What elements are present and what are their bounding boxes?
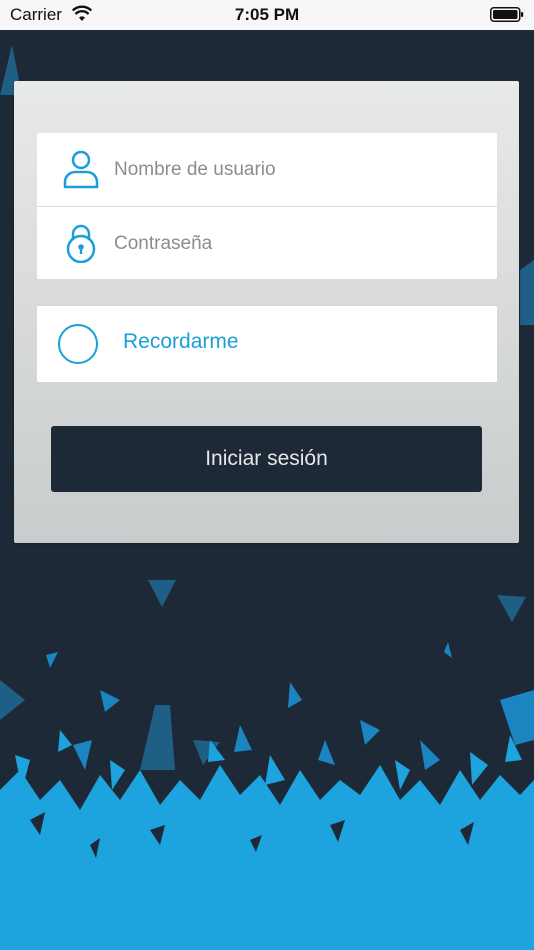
lock-icon [66,224,96,263]
login-card: Recordarme Iniciar sesión [14,81,519,543]
status-time: 7:05 PM [234,5,300,24]
remember-me-radio[interactable] [58,324,98,364]
credentials-group [37,133,497,279]
user-icon [63,150,99,189]
remember-me-toggle[interactable]: Recordarme [37,306,497,382]
battery-icon [490,7,524,22]
password-row [37,206,497,279]
password-input[interactable] [112,225,486,263]
username-row [37,133,497,205]
status-bar: Carrier 7:05 PM [0,0,534,30]
username-input[interactable] [112,151,486,189]
remember-me-label: Recordarme [123,330,239,353]
login-button[interactable]: Iniciar sesión [51,426,482,492]
